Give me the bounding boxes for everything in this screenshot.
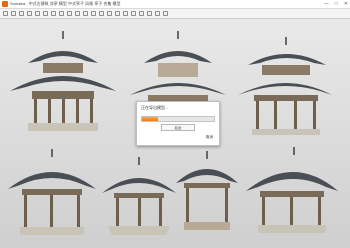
light-icon[interactable] bbox=[147, 11, 152, 16]
pavilion-model-1[interactable] bbox=[8, 29, 118, 139]
move-icon[interactable] bbox=[59, 11, 64, 16]
pavilion-model-4[interactable] bbox=[6, 147, 98, 239]
export-progress-dialog: 正在导出模型... 后台 取消 bbox=[136, 101, 220, 146]
background-button[interactable]: 后台 bbox=[161, 124, 195, 131]
close-button[interactable]: ✕ bbox=[344, 0, 348, 8]
orbit-icon[interactable] bbox=[91, 11, 96, 16]
save-icon[interactable] bbox=[11, 11, 16, 16]
export-progress-bar bbox=[141, 116, 215, 122]
pavilion-model-6[interactable] bbox=[174, 151, 240, 235]
material-icon[interactable] bbox=[155, 11, 160, 16]
title-bar: Sumatra - 中式古建筑 凉亭 模型 中式亭子 风格 亭子 合集 模型 —… bbox=[0, 0, 350, 9]
window-title: Sumatra - 中式古建筑 凉亭 模型 中式亭子 风格 亭子 合集 模型 bbox=[10, 1, 121, 6]
scale-icon[interactable] bbox=[75, 11, 80, 16]
app-logo-icon bbox=[2, 1, 8, 7]
toolbar bbox=[0, 9, 350, 19]
render-icon[interactable] bbox=[131, 11, 136, 16]
camera-icon[interactable] bbox=[139, 11, 144, 16]
zoom-icon[interactable] bbox=[107, 11, 112, 16]
pavilion-model-5[interactable] bbox=[100, 155, 178, 241]
minimize-button[interactable]: — bbox=[324, 0, 329, 8]
maximize-button[interactable]: □ bbox=[335, 0, 338, 8]
pavilion-model-7[interactable] bbox=[244, 145, 340, 237]
file-icon[interactable] bbox=[3, 11, 8, 16]
select-icon[interactable] bbox=[83, 11, 88, 16]
settings-icon[interactable] bbox=[163, 11, 168, 16]
cut-icon[interactable] bbox=[35, 11, 40, 16]
undo-icon[interactable] bbox=[19, 11, 24, 16]
pavilion-model-3[interactable] bbox=[234, 37, 334, 137]
dialog-title: 正在导出模型... bbox=[141, 105, 169, 110]
redo-icon[interactable] bbox=[27, 11, 32, 16]
pan-icon[interactable] bbox=[99, 11, 104, 16]
cancel-button[interactable]: 取消 bbox=[206, 135, 213, 140]
progress-fill bbox=[142, 117, 158, 121]
paste-icon[interactable] bbox=[51, 11, 56, 16]
copy-icon[interactable] bbox=[43, 11, 48, 16]
rotate-icon[interactable] bbox=[67, 11, 72, 16]
fit-icon[interactable] bbox=[115, 11, 120, 16]
grid-icon[interactable] bbox=[123, 11, 128, 16]
